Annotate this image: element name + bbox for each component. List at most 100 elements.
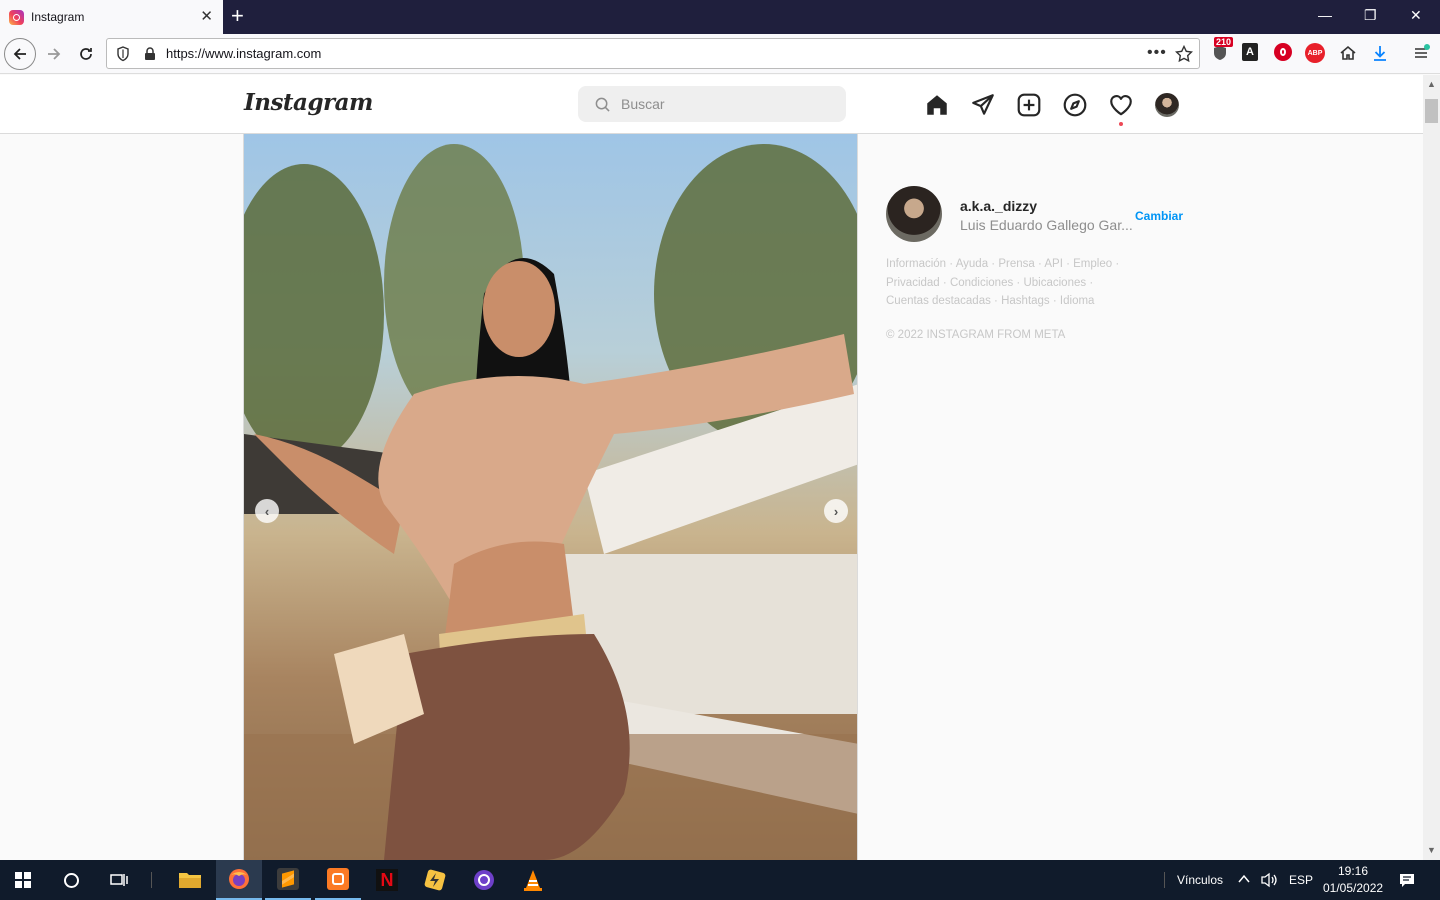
taskbar-github-desktop[interactable] <box>461 860 507 900</box>
footer-link-api[interactable]: API <box>1044 258 1063 270</box>
sidebar-username[interactable]: a.k.a._dizzy <box>960 198 1037 214</box>
extension-translate-icon[interactable]: A <box>1242 43 1258 61</box>
arrow-left-icon <box>13 48 26 60</box>
hamburger-menu-icon <box>1415 44 1430 58</box>
extension-adblock-icon[interactable]: ABP <box>1305 43 1325 63</box>
instagram-header: Instagram Buscar <box>0 75 1423 134</box>
url-text[interactable]: https://www.instagram.com <box>166 46 321 61</box>
volume-icon[interactable] <box>1260 872 1278 888</box>
extension-bitwarden-icon[interactable]: 210 <box>1210 37 1234 63</box>
page-actions-icon[interactable]: ••• <box>1147 44 1167 62</box>
carousel-prev-button[interactable]: ‹ <box>255 499 279 523</box>
github-icon <box>474 870 494 890</box>
firefox-icon <box>229 869 249 889</box>
instagram-logo[interactable]: Instagram <box>244 89 373 116</box>
taskbar-firefox[interactable] <box>216 860 262 900</box>
tab-title: Instagram <box>31 10 85 24</box>
switch-account-button[interactable]: Cambiar <box>1135 209 1183 223</box>
carousel-next-button[interactable]: › <box>824 499 848 523</box>
tab-instagram[interactable]: Instagram ✕ <box>0 0 223 34</box>
minimize-button[interactable]: — <box>1318 7 1332 23</box>
footer-link-language[interactable]: Idioma <box>1060 295 1095 307</box>
lock-icon[interactable] <box>144 47 156 61</box>
window-close-button[interactable]: ✕ <box>1410 7 1422 24</box>
taskbar-xampp[interactable] <box>315 860 361 900</box>
new-post-icon[interactable] <box>1016 92 1042 118</box>
arrow-right-icon <box>48 48 61 60</box>
user-avatar[interactable] <box>886 186 942 242</box>
notification-dot <box>1119 122 1123 126</box>
footer-link-locations[interactable]: Ubicaciones <box>1023 277 1086 289</box>
extension-badge: 210 <box>1214 37 1234 47</box>
instagram-favicon-icon <box>9 9 24 25</box>
footer-link-top-accounts[interactable]: Cuentas destacadas <box>886 295 991 307</box>
footer-link-press[interactable]: Prensa <box>998 258 1034 270</box>
cortana-button[interactable] <box>48 860 94 900</box>
extension-ublock-icon[interactable] <box>1274 43 1292 61</box>
download-icon <box>1374 46 1386 61</box>
taskbar-app-lightning[interactable] <box>412 860 458 900</box>
xampp-icon <box>327 868 349 890</box>
downloads-button[interactable] <box>1370 43 1390 63</box>
restore-button[interactable]: ❐ <box>1364 7 1377 24</box>
search-placeholder: Buscar <box>621 96 665 112</box>
lightning-icon <box>424 869 446 891</box>
footer-link-terms[interactable]: Condiciones <box>950 277 1013 289</box>
sublime-icon <box>277 868 299 890</box>
footer-links: Información · Ayuda · Prensa · API · Emp… <box>886 258 1120 307</box>
close-tab-icon[interactable]: ✕ <box>200 9 213 25</box>
scroll-up-icon[interactable]: ▲ <box>1427 79 1436 89</box>
links-toolbar-label[interactable]: Vínculos <box>1177 873 1223 887</box>
activity-heart-icon[interactable] <box>1108 92 1134 118</box>
footer-link-hashtags[interactable]: Hashtags <box>1001 295 1050 307</box>
post-photo <box>244 144 857 860</box>
scroll-thumb[interactable] <box>1425 99 1438 123</box>
footer-link-privacy[interactable]: Privacidad <box>886 277 940 289</box>
taskbar-netflix[interactable]: N <box>364 860 410 900</box>
browser-navbar: https://www.instagram.com ••• 210 A ABP <box>0 34 1440 74</box>
footer-link-jobs[interactable]: Empleo <box>1073 258 1112 270</box>
reload-icon <box>80 48 92 60</box>
input-language[interactable]: ESP <box>1289 873 1313 887</box>
cortana-circle-icon <box>63 872 79 888</box>
windows-logo-icon <box>15 872 31 888</box>
home-icon[interactable] <box>924 92 950 118</box>
bookmark-star-icon[interactable] <box>1175 45 1193 63</box>
clock-date[interactable]: 01/05/2022 <box>1323 881 1383 895</box>
chevron-up-icon[interactable] <box>1238 874 1250 884</box>
shield-icon[interactable] <box>116 46 130 62</box>
vlc-cone-icon <box>524 870 542 891</box>
feed-post-image[interactable]: ‹ › <box>243 134 858 860</box>
search-icon <box>595 97 610 112</box>
clock-time[interactable]: 19:16 <box>1338 864 1368 878</box>
footer-link-info[interactable]: Información <box>886 258 946 270</box>
home-button[interactable] <box>1338 43 1358 63</box>
profile-avatar-icon[interactable] <box>1155 93 1179 117</box>
task-view-icon <box>110 874 128 886</box>
forward-button[interactable] <box>38 38 70 70</box>
notifications-icon[interactable] <box>1399 872 1415 888</box>
search-input[interactable]: Buscar <box>578 86 846 122</box>
sidebar-full-name: Luis Eduardo Gallego Gar... <box>960 217 1133 233</box>
netflix-icon: N <box>376 869 398 891</box>
copyright-text: © 2022 INSTAGRAM FROM META <box>886 329 1066 341</box>
scroll-down-icon[interactable]: ▼ <box>1427 845 1436 855</box>
folder-icon <box>179 873 201 888</box>
taskbar-sublime-text[interactable] <box>265 860 311 900</box>
page-scrollbar[interactable]: ▲ ▼ <box>1423 75 1440 860</box>
taskbar-vlc[interactable] <box>510 860 556 900</box>
taskbar-file-explorer[interactable] <box>167 860 213 900</box>
direct-messages-icon[interactable] <box>970 92 996 118</box>
new-tab-button[interactable]: + <box>231 5 244 27</box>
windows-taskbar: N Vínculos ESP 19:16 01/05/2022 <box>0 860 1440 900</box>
browser-tabstrip: Instagram ✕ + — ❐ ✕ <box>0 0 1440 34</box>
back-button[interactable] <box>4 38 36 70</box>
home-icon <box>1340 45 1356 60</box>
menu-button[interactable] <box>1411 43 1431 63</box>
footer-link-help[interactable]: Ayuda <box>956 258 988 270</box>
explore-compass-icon[interactable] <box>1062 92 1088 118</box>
url-bar[interactable]: https://www.instagram.com ••• <box>106 38 1200 69</box>
start-button[interactable] <box>0 860 46 900</box>
task-view-button[interactable] <box>96 860 142 900</box>
reload-button[interactable] <box>70 38 102 70</box>
